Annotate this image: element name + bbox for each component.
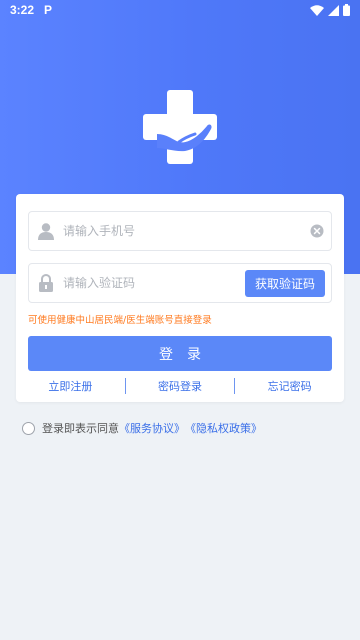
login-button[interactable]: 登录	[28, 336, 332, 371]
auth-links: 立即注册 密码登录 忘记密码	[16, 377, 344, 395]
medical-cross-hand-icon	[143, 90, 217, 164]
user-icon	[31, 222, 61, 240]
login-hint: 可使用健康中山居民端/医生端账号直接登录	[28, 315, 212, 326]
register-link[interactable]: 立即注册	[16, 378, 125, 394]
agreement-row: 登录即表示同意 《服务协议》 《隐私权政策》	[22, 420, 262, 436]
agreement-prefix: 登录即表示同意	[42, 422, 119, 435]
lock-icon	[31, 274, 61, 292]
status-time: 3:22	[10, 3, 35, 17]
clear-icon[interactable]	[303, 224, 331, 238]
signal-icon	[328, 4, 339, 16]
verification-code-field: 获取验证码	[28, 263, 332, 303]
agreement-radio[interactable]	[22, 421, 35, 435]
app-notification-icon: P	[44, 3, 53, 17]
password-login-link[interactable]: 密码登录	[126, 378, 235, 394]
status-bar: 3:22 P	[0, 0, 360, 20]
privacy-policy-link[interactable]: 《隐私权政策》	[185, 420, 262, 436]
battery-icon	[343, 4, 350, 16]
status-icons	[310, 4, 350, 16]
login-card: 获取验证码 可使用健康中山居民端/医生端账号直接登录 登录 立即注册 密码登录 …	[16, 194, 344, 402]
wifi-icon	[310, 4, 324, 16]
forgot-password-link[interactable]: 忘记密码	[235, 378, 344, 394]
phone-input[interactable]	[61, 212, 303, 250]
service-agreement-link[interactable]: 《服务协议》	[119, 420, 185, 436]
phone-field	[28, 211, 332, 251]
get-code-button[interactable]: 获取验证码	[245, 270, 325, 297]
